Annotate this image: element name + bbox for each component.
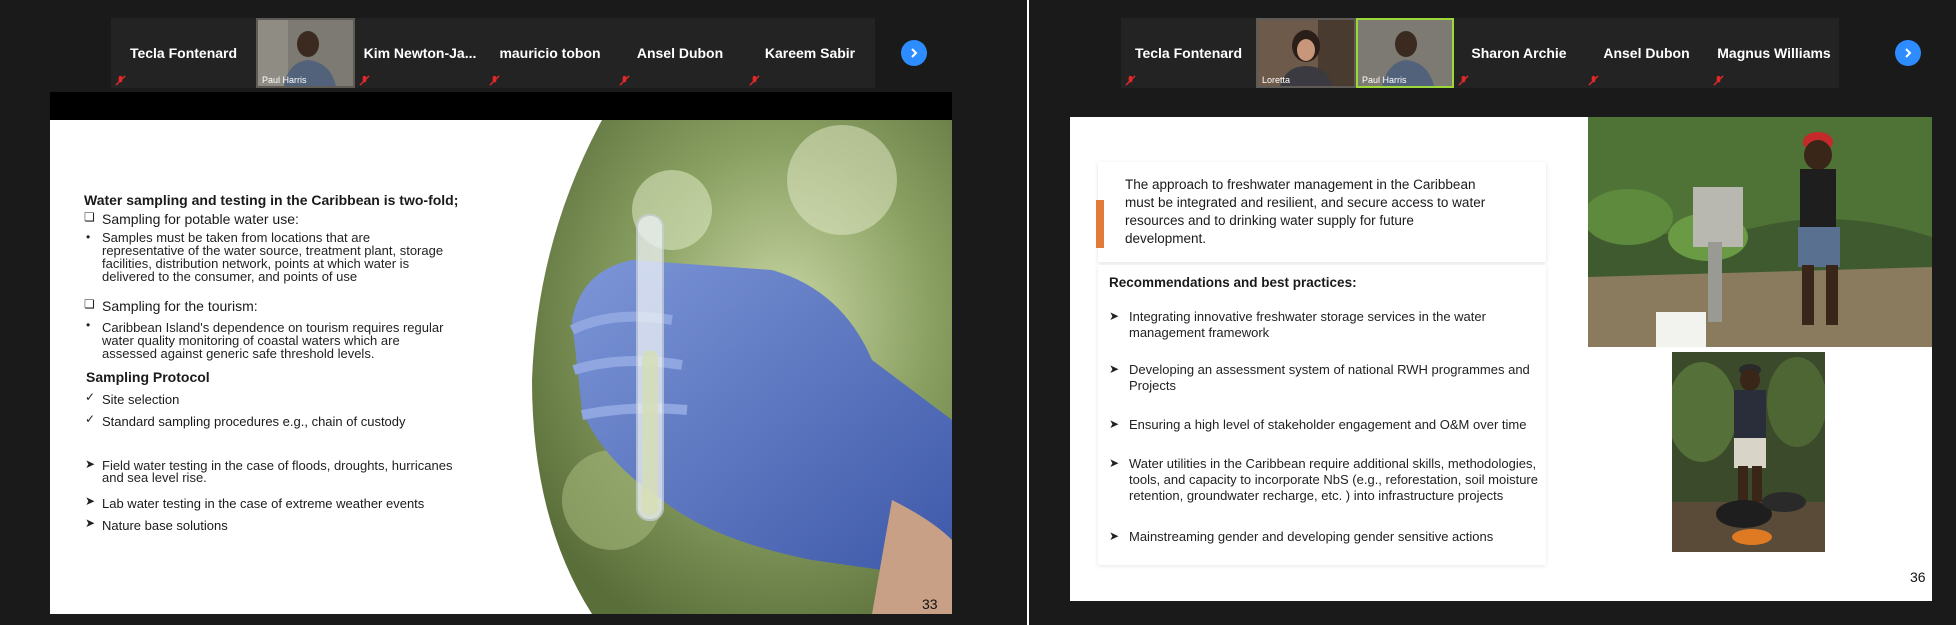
checkbox-bullet-icon: ❏ [84, 210, 95, 224]
participant-tile[interactable]: Magnus Williams [1709, 18, 1839, 88]
recommendation-line: management framework [1129, 325, 1270, 340]
participant-name: Sharon Archie [1471, 45, 1567, 61]
muted-mic-icon [1458, 75, 1469, 86]
arrow-bullet-icon: ➤ [1109, 456, 1120, 470]
slide-top-bar [50, 92, 952, 120]
chevron-right-icon [1905, 48, 1912, 58]
protocol-step: Site selection [102, 392, 180, 407]
participant-name: Tecla Fontenard [129, 45, 238, 61]
intro-line: The approach to freshwater management in… [1125, 177, 1476, 192]
intro-line: resources and to drinking water supply f… [1125, 213, 1414, 228]
protocol-step: Standard sampling procedures e.g., chain… [102, 414, 406, 429]
participant-name: Magnus Williams [1717, 45, 1831, 61]
gloved-hand-test-tube-image [532, 120, 952, 614]
participant-tile[interactable]: Tecla Fontenard [1121, 18, 1256, 88]
recommendation-line: tools, and capacity to incorporate NbS (… [1129, 472, 1538, 487]
recommendation-line: Developing an assessment system of natio… [1129, 362, 1530, 377]
participant-name: Loretta [1262, 75, 1291, 85]
arrow-bullet-icon: ➤ [85, 457, 96, 471]
participant-name: Tecla Fontenard [1134, 45, 1243, 61]
muted-mic-icon [489, 75, 500, 86]
participant-tile[interactable]: Ansel Dubon [615, 18, 745, 88]
recommendation-line: retention, groundwater recharge, etc. ) … [1129, 488, 1504, 503]
participant-name: Paul Harris [262, 75, 307, 85]
participant-video-tile[interactable]: Paul Harris [256, 18, 355, 88]
muted-mic-icon [1125, 75, 1136, 86]
recommendation-line: Ensuring a high level of stakeholder eng… [1129, 417, 1527, 432]
right-meeting-window: Tecla Fontenard Loretta Paul Harris Shar… [1029, 0, 1956, 625]
slide-bullet-line: delivered to the consumer, and points of… [102, 269, 358, 284]
accent-bar [1096, 200, 1104, 248]
muted-mic-icon [619, 75, 630, 86]
shared-slide: The approach to freshwater management in… [1070, 117, 1932, 601]
recommendations-heading: Recommendations and best practices: [1109, 275, 1357, 290]
slide-item: Sampling for the tourism: [102, 298, 258, 314]
intro-line: must be integrated and resilient, and se… [1125, 195, 1486, 210]
slide-page-number: 33 [922, 596, 938, 612]
participant-video-tile[interactable]: Paul Harris [1356, 18, 1454, 88]
check-icon: ✓ [85, 412, 96, 426]
participant-strip: Tecla Fontenard Paul Harris Kim Newton-J… [111, 18, 875, 88]
participant-name: Ansel Dubon [636, 45, 724, 61]
arrow-bullet-icon: ➤ [1109, 417, 1120, 431]
arrow-bullet-icon: ➤ [85, 494, 96, 508]
shared-slide: Water sampling and testing in the Caribb… [50, 120, 952, 614]
testing-item: Nature base solutions [102, 518, 228, 533]
arrow-bullet-icon: ➤ [1109, 309, 1120, 323]
slide-page-number: 36 [1910, 569, 1926, 585]
muted-mic-icon [1713, 75, 1724, 86]
muted-mic-icon [749, 75, 760, 86]
intro-line: development. [1125, 231, 1207, 246]
participant-tile[interactable]: Tecla Fontenard [111, 18, 256, 88]
participant-tile[interactable]: Sharon Archie [1454, 18, 1584, 88]
testing-item-line: and sea level rise. [102, 470, 207, 485]
arrow-bullet-icon: ➤ [1109, 362, 1120, 376]
next-participants-button[interactable] [1895, 40, 1921, 66]
recommendation-line: Mainstreaming gender and developing gend… [1129, 529, 1494, 544]
arrow-bullet-icon: ➤ [85, 516, 96, 530]
participant-name: Ansel Dubon [1603, 45, 1690, 61]
man-cooking-outdoors-photo [1672, 352, 1825, 552]
participant-tile[interactable]: mauricio tobon [485, 18, 615, 88]
participant-tile[interactable]: Ansel Dubon [1584, 18, 1709, 88]
recommendation-line: Projects [1129, 378, 1176, 393]
protocol-heading: Sampling Protocol [86, 369, 210, 385]
participant-name: mauricio tobon [499, 45, 601, 61]
slide-bullet-line: assessed against generic safe threshold … [102, 346, 375, 361]
dot-bullet-icon: • [86, 318, 91, 332]
participant-name: Kareem Sabir [764, 45, 856, 61]
participant-strip: Tecla Fontenard Loretta Paul Harris Shar… [1121, 18, 1839, 88]
muted-mic-icon [359, 75, 370, 86]
slide-item: Sampling for potable water use: [102, 211, 299, 227]
participant-tile[interactable]: Kim Newton-Ja... [355, 18, 485, 88]
recommendation-line: Water utilities in the Caribbean require… [1129, 456, 1537, 471]
check-icon: ✓ [85, 390, 96, 404]
participant-name: Kim Newton-Ja... [363, 45, 477, 61]
dot-bullet-icon: • [86, 230, 91, 244]
arrow-bullet-icon: ➤ [1109, 529, 1120, 543]
participant-video-tile[interactable]: Loretta [1256, 18, 1356, 88]
participant-name: Paul Harris [1362, 75, 1407, 85]
left-meeting-window: Tecla Fontenard Paul Harris Kim Newton-J… [0, 0, 1027, 625]
next-participants-button[interactable] [901, 40, 927, 66]
testing-item: Lab water testing in the case of extreme… [102, 496, 425, 511]
recommendation-line: Integrating innovative freshwater storag… [1129, 309, 1486, 324]
woman-water-pump-photo [1588, 117, 1932, 347]
participant-tile[interactable]: Kareem Sabir [745, 18, 875, 88]
chevron-right-icon [911, 48, 918, 58]
slide-heading: Water sampling and testing in the Caribb… [84, 192, 459, 208]
muted-mic-icon [1588, 75, 1599, 86]
checkbox-bullet-icon: ❏ [84, 297, 95, 311]
muted-mic-icon [115, 75, 126, 86]
